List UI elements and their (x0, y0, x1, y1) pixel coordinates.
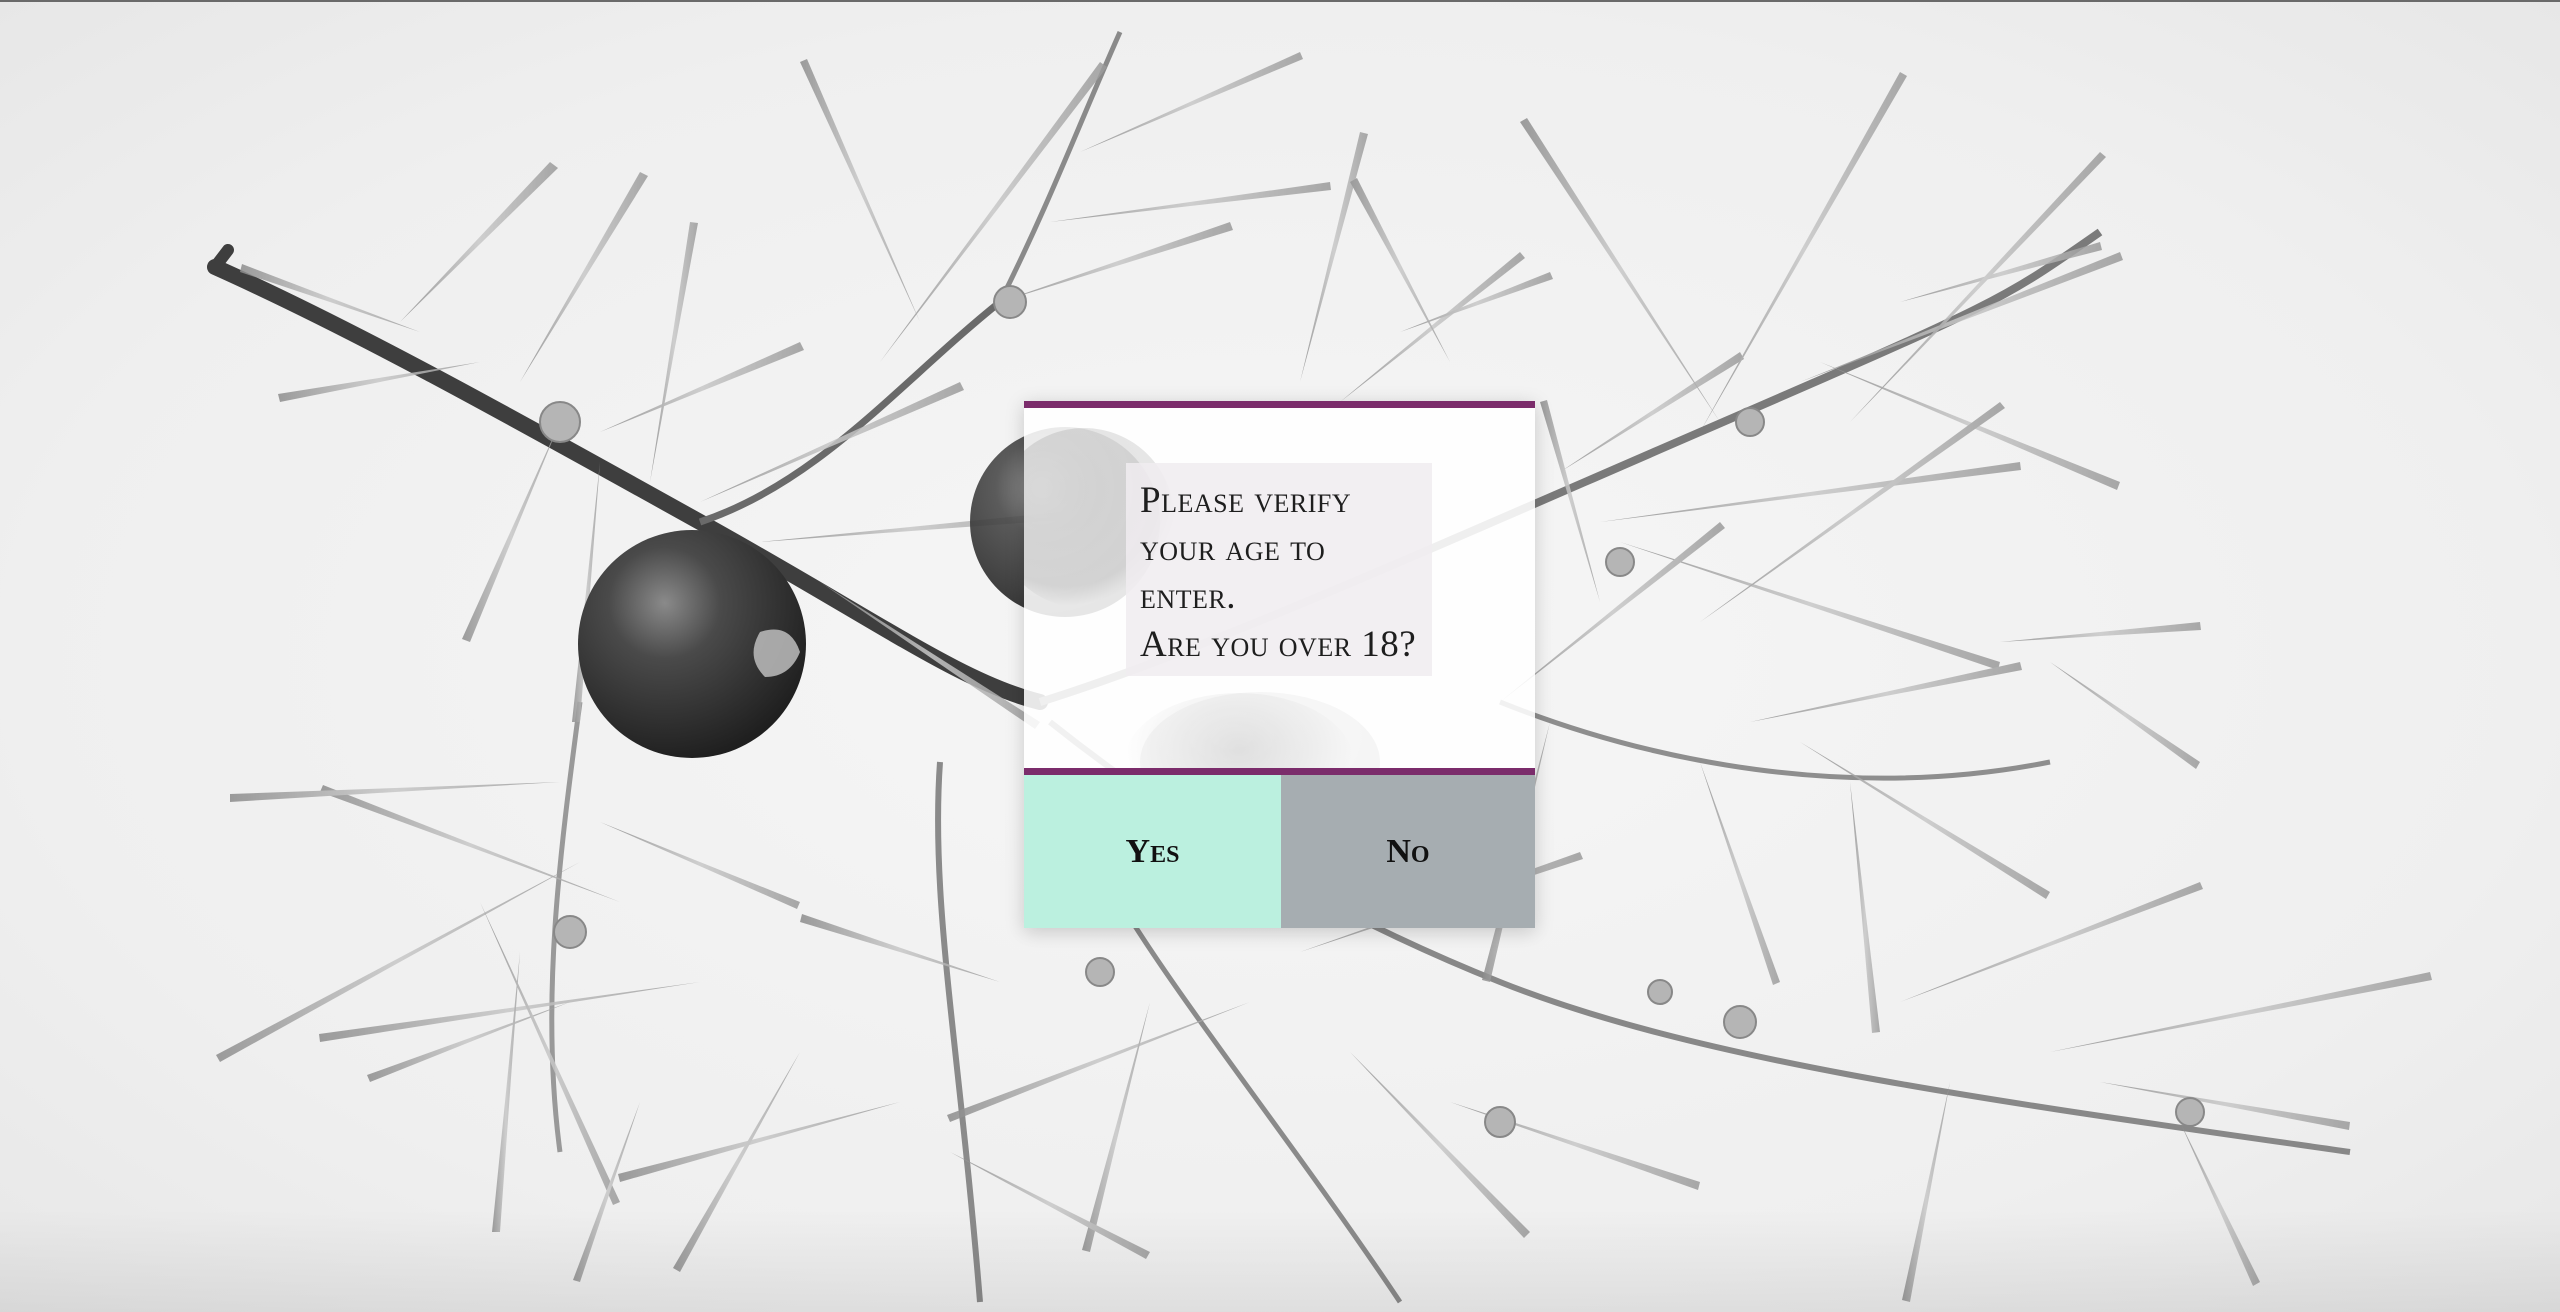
dialog-actions: Yes No (1024, 775, 1535, 928)
age-verification-dialog: Please verify your age to enter. Are you… (1024, 401, 1535, 928)
age-prompt-line: Please verify (1140, 480, 1352, 521)
age-prompt-line: your age to (1140, 528, 1326, 569)
age-prompt-line: enter. (1140, 576, 1237, 617)
age-prompt-question: Are you over 18? (1140, 624, 1417, 665)
yes-button[interactable]: Yes (1024, 775, 1281, 928)
background-berry-through-panel (1124, 693, 1354, 768)
dialog-message-panel: Please verify your age to enter. Are you… (1024, 401, 1535, 775)
no-button[interactable]: No (1281, 775, 1535, 928)
age-prompt-message: Please verify your age to enter. Are you… (1126, 463, 1432, 676)
